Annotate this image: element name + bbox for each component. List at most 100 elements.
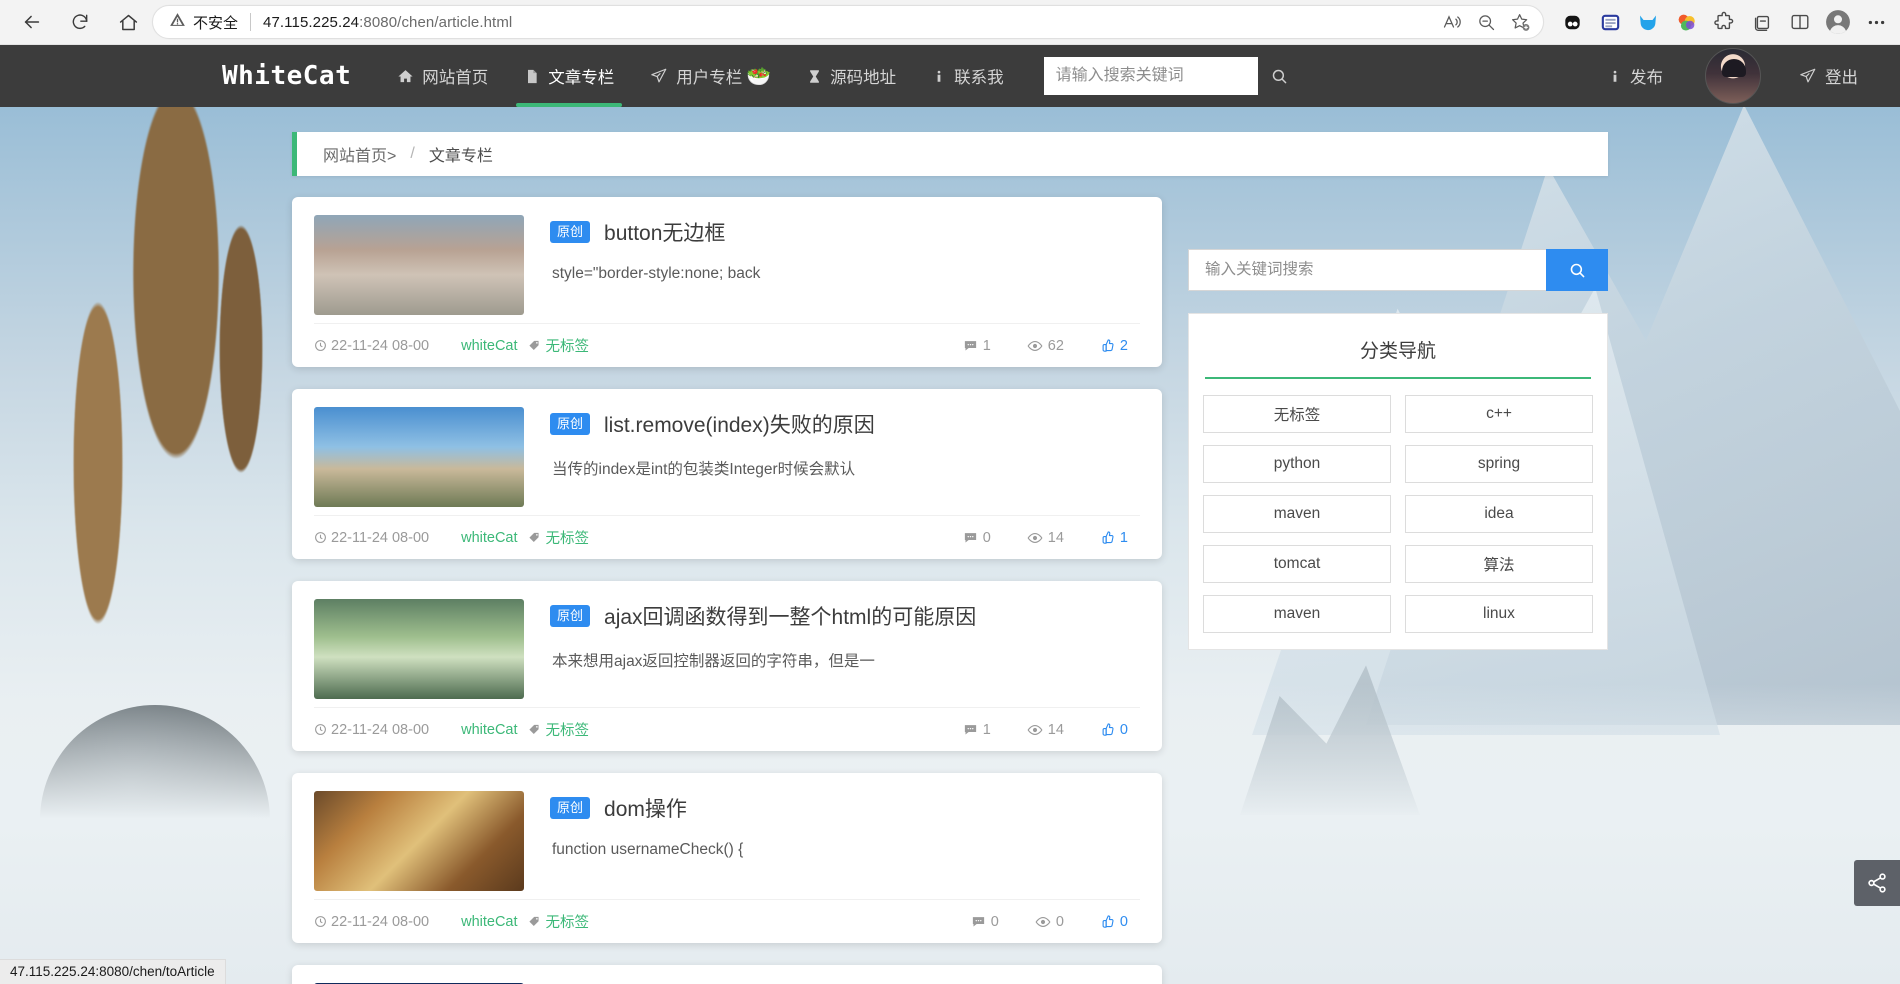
article-title[interactable]: dom操作: [604, 793, 687, 823]
category-item[interactable]: linux: [1405, 595, 1593, 633]
home-icon[interactable]: [110, 4, 146, 40]
article-date-text: 22-11-24 08-00: [331, 337, 430, 354]
article-author[interactable]: whiteCat: [461, 530, 517, 546]
category-item[interactable]: c++: [1405, 395, 1593, 433]
article-tag[interactable]: 无标签: [528, 911, 589, 932]
article-thumbnail[interactable]: [314, 407, 524, 507]
ext-mouse-icon[interactable]: [1554, 4, 1590, 40]
like-count[interactable]: 0: [1100, 722, 1128, 738]
category-item[interactable]: maven: [1203, 495, 1391, 533]
category-item[interactable]: maven: [1203, 595, 1391, 633]
eye-icon: [1027, 340, 1043, 351]
profile-avatar-icon[interactable]: [1820, 4, 1856, 40]
publish-label: 发布: [1630, 69, 1663, 87]
nav-item-users[interactable]: 用户专栏 🥗: [632, 45, 789, 107]
header-search-button[interactable]: [1258, 45, 1302, 107]
settings-more-icon[interactable]: [1858, 4, 1894, 40]
favorite-star-icon[interactable]: [1505, 7, 1535, 37]
tag-icon: [528, 340, 539, 351]
original-badge: 原创: [550, 221, 591, 243]
category-panel-title: 分类导航: [1205, 328, 1591, 379]
article-card[interactable]: 原创 ajax回调函数得到一整个html的可能原因 本来想用ajax返回控制器返…: [292, 581, 1162, 751]
eye-icon: [1035, 916, 1051, 927]
article-title[interactable]: list.remove(index)失败的原因: [604, 409, 875, 439]
article-author[interactable]: whiteCat: [461, 722, 517, 738]
article-tag[interactable]: 无标签: [528, 335, 589, 356]
article-author[interactable]: whiteCat: [461, 338, 517, 354]
comment-count: 0: [963, 530, 991, 546]
address-divider: [250, 13, 252, 31]
comment-count: 1: [963, 722, 991, 738]
publish-button[interactable]: 发布: [1590, 45, 1681, 107]
view-count: 62: [1027, 338, 1064, 354]
article-tag[interactable]: 无标签: [528, 527, 590, 548]
category-item[interactable]: idea: [1405, 495, 1593, 533]
ext-colors-icon[interactable]: [1668, 4, 1704, 40]
comment-icon: [964, 725, 976, 735]
url-text[interactable]: 47.115.225.24:8080/chen/article.html: [263, 14, 512, 31]
article-title[interactable]: button无边框: [604, 217, 725, 247]
search-icon: [1570, 263, 1584, 277]
category-item[interactable]: tomcat: [1203, 545, 1391, 583]
url-path: :8080/chen/article.html: [359, 13, 513, 31]
article-meta: 22-11-24 08-00 whiteCat 无标签 1: [314, 707, 1140, 751]
original-badge: 原创: [550, 413, 591, 435]
nav-label: 用户专栏: [676, 69, 743, 87]
avatar[interactable]: [1705, 48, 1761, 104]
ext-cat-icon[interactable]: [1630, 4, 1666, 40]
address-bar[interactable]: 不安全 47.115.225.24:8080/chen/article.html: [152, 5, 1544, 39]
article-thumbnail[interactable]: [314, 599, 524, 699]
reload-icon[interactable]: [62, 4, 98, 40]
eye-icon: [1027, 532, 1043, 543]
article-thumbnail[interactable]: [314, 215, 524, 315]
sidebar-search-input[interactable]: [1188, 249, 1546, 291]
site-logo[interactable]: WhiteCat: [222, 61, 351, 91]
category-item[interactable]: 无标签: [1203, 395, 1391, 433]
article-summary: style="border-style:none; back: [552, 265, 761, 282]
article-card[interactable]: 原创 dom操作 function usernameCheck() { 22-1…: [292, 773, 1162, 943]
category-item[interactable]: spring: [1405, 445, 1593, 483]
ext-collections-icon[interactable]: [1744, 4, 1780, 40]
article-card[interactable]: 原创 list.remove(index)失败的原因 当传的index是int的…: [292, 389, 1162, 559]
nav-label: 联系我: [954, 69, 1004, 87]
zoom-out-icon[interactable]: [1471, 7, 1501, 37]
security-label: 不安全: [193, 14, 239, 32]
ext-reader-icon[interactable]: [1592, 4, 1628, 40]
security-indicator[interactable]: 不安全: [169, 11, 238, 33]
comment-icon: [964, 341, 976, 351]
logout-button[interactable]: 登出: [1781, 45, 1876, 107]
salad-emoji-icon: 🥗: [746, 65, 772, 88]
category-item[interactable]: python: [1203, 445, 1391, 483]
nav-item-home[interactable]: 网站首页: [379, 45, 506, 107]
page-content: 网站首页> / 文章专栏 原创 button无边框 style="border-…: [0, 107, 1900, 984]
clock-icon: [315, 340, 326, 351]
breadcrumb-home-link[interactable]: 网站首页>: [323, 142, 396, 166]
document-icon: [524, 68, 540, 85]
nav-item-contact[interactable]: 联系我: [914, 45, 1022, 107]
category-item[interactable]: 算法: [1405, 545, 1593, 583]
nav-item-articles[interactable]: 文章专栏: [506, 45, 632, 107]
comment-count-text: 0: [990, 913, 999, 930]
sidebar-search-button[interactable]: [1546, 249, 1608, 291]
header-search-input[interactable]: [1043, 57, 1258, 95]
share-button[interactable]: [1854, 860, 1900, 906]
read-aloud-icon[interactable]: [1437, 7, 1467, 37]
article-tag[interactable]: 无标签: [528, 719, 589, 740]
back-icon[interactable]: [14, 4, 50, 40]
article-author[interactable]: whiteCat: [461, 914, 517, 930]
article-tag-text: 无标签: [545, 531, 590, 547]
article-title[interactable]: ajax回调函数得到一整个html的可能原因: [604, 601, 976, 631]
like-count[interactable]: 2: [1100, 338, 1128, 354]
like-count[interactable]: 0: [1100, 914, 1128, 930]
sidebar: 分类导航 无标签 c++ python spring maven idea to…: [1188, 249, 1608, 650]
category-panel: 分类导航 无标签 c++ python spring maven idea to…: [1188, 313, 1608, 650]
nav-item-source[interactable]: 源码地址: [789, 45, 914, 107]
clock-icon: [315, 916, 326, 927]
like-count[interactable]: 1: [1100, 530, 1128, 546]
ext-puzzle-icon[interactable]: [1706, 4, 1742, 40]
article-card[interactable]: 原创 button无边框 style="border-style:none; b…: [292, 197, 1162, 367]
paper-plane-icon: [1799, 67, 1817, 85]
article-thumbnail[interactable]: [314, 791, 524, 891]
ext-split-screen-icon[interactable]: [1782, 4, 1818, 40]
article-card[interactable]: 原创 Linux上传文件 发发发发发发发发发发发发发发 发发发发发发发发发: [292, 965, 1162, 984]
